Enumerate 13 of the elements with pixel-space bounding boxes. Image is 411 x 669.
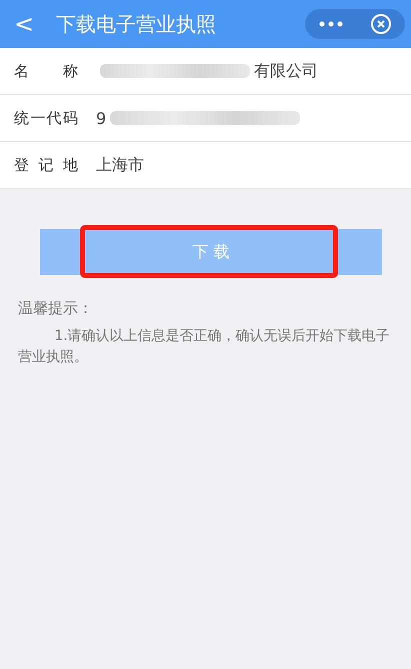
field-label: 统一代码 xyxy=(14,108,78,128)
field-value: 上海市 xyxy=(96,154,144,176)
close-icon[interactable] xyxy=(370,13,392,35)
field-value: 有限公司 xyxy=(254,60,318,82)
back-button[interactable]: < xyxy=(14,12,38,36)
field-value: 9 xyxy=(96,108,106,128)
page-title: 下载电子营业执照 xyxy=(56,10,217,38)
tips-title: 温馨提示： xyxy=(18,299,94,318)
field-label: 名 称 xyxy=(14,62,78,80)
field-label: 登 记 地 xyxy=(14,156,78,174)
tip-text: 1.请确认以上信息是否正确，确认无误后开始下载电子营业执照。 xyxy=(18,327,391,367)
download-button[interactable]: 下 载 xyxy=(40,229,382,275)
more-icon[interactable] xyxy=(318,21,342,27)
